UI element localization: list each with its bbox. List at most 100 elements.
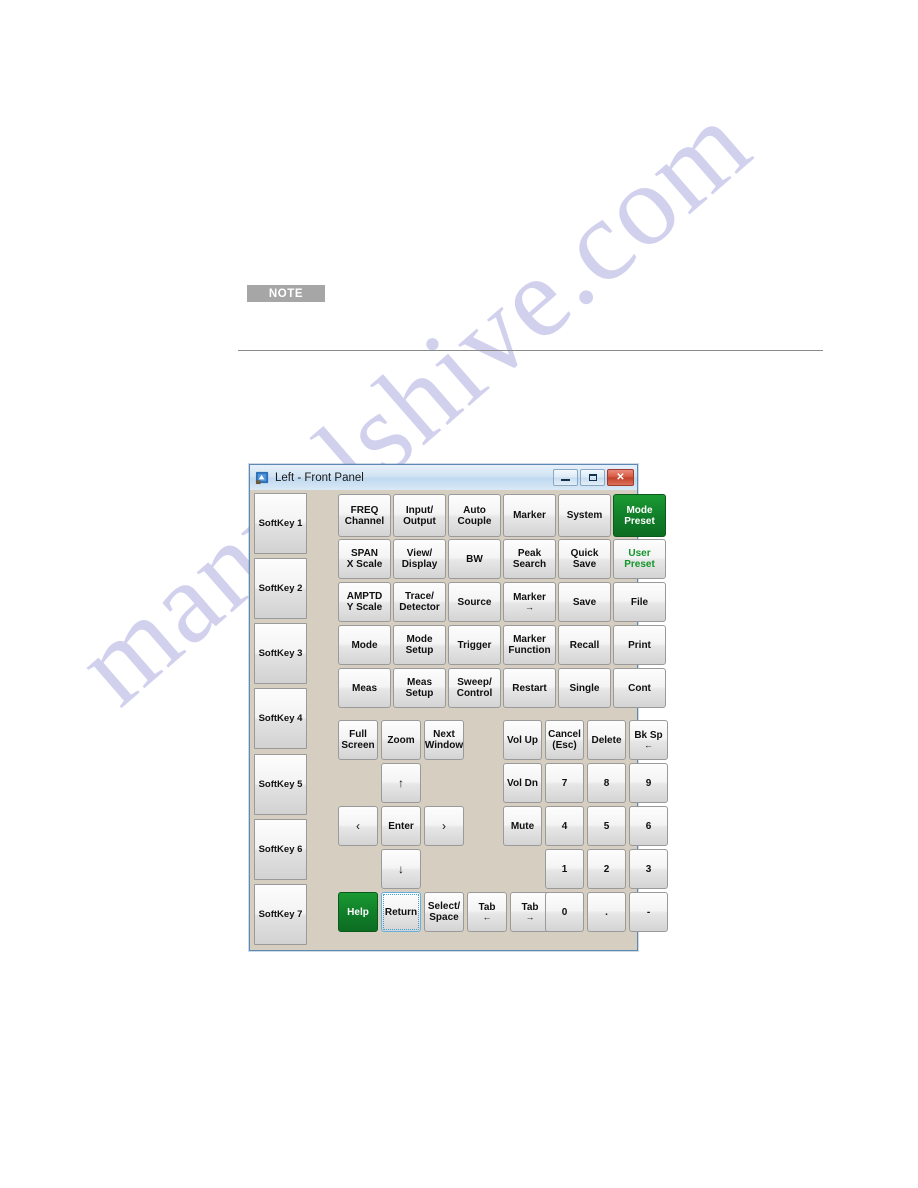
softkey-7[interactable]: SoftKey 7 xyxy=(254,883,307,945)
key-label-line1: Delete xyxy=(591,734,622,746)
key-label-line1: Select/ xyxy=(427,901,461,912)
key-label-line1: 7 xyxy=(561,777,568,789)
key-label-line1: Source xyxy=(457,596,492,608)
key-print[interactable]: Print xyxy=(613,625,666,665)
key-vol-dn[interactable]: Vol Dn xyxy=(503,763,542,803)
key-mode[interactable]: Mode xyxy=(338,625,391,665)
key-decimal-point[interactable]: . xyxy=(587,892,626,932)
key-arrow-up[interactable]: ↑ xyxy=(381,763,421,803)
key-save[interactable]: Save xyxy=(558,582,611,622)
key-next-window[interactable]: Next Window xyxy=(424,720,464,760)
key-mode-preset[interactable]: Mode Preset xyxy=(613,494,666,537)
key-num-6[interactable]: 6 xyxy=(629,806,668,846)
key-source[interactable]: Source xyxy=(448,582,501,622)
key-label-line1: Save xyxy=(572,596,597,608)
key-system[interactable]: System xyxy=(558,494,611,537)
key-recall[interactable]: Recall xyxy=(558,625,611,665)
key-num-4[interactable]: 4 xyxy=(545,806,584,846)
key-label-line1: Trace/ xyxy=(405,591,434,602)
key-file[interactable]: File xyxy=(613,582,666,622)
key-label-line1: Meas xyxy=(406,677,432,688)
key-meas[interactable]: Meas xyxy=(338,668,391,708)
key-num-0[interactable]: 0 xyxy=(545,892,584,932)
key-marker-to[interactable]: Marker → xyxy=(503,582,556,622)
key-label-line1: 3 xyxy=(645,863,652,875)
key-label-line1: Help xyxy=(347,906,369,918)
key-label-line1: Cont xyxy=(628,682,651,694)
key-num-2[interactable]: 2 xyxy=(587,849,626,889)
key-view-display[interactable]: View/Display xyxy=(393,539,446,579)
key-return[interactable]: Return xyxy=(381,892,421,932)
key-label-line1: 9 xyxy=(645,777,652,789)
key-label-line1: Print xyxy=(628,639,651,651)
key-mode-setup[interactable]: Mode Setup xyxy=(393,625,446,665)
key-sweep-control[interactable]: Sweep/Control xyxy=(448,668,501,708)
key-input-output[interactable]: Input/Output xyxy=(393,494,446,537)
key-label-line1: Sweep/ xyxy=(457,677,492,688)
key-num-3[interactable]: 3 xyxy=(629,849,668,889)
key-arrow-down[interactable]: ↓ xyxy=(381,849,421,889)
key-label-line1: Meas xyxy=(351,682,377,694)
key-label-line1: Vol Dn xyxy=(507,777,538,789)
key-vol-up[interactable]: Vol Up xyxy=(503,720,542,760)
key-label-line2: → xyxy=(525,912,535,922)
key-label-line2: Function xyxy=(508,645,551,656)
key-freq-channel[interactable]: FREQ Channel xyxy=(338,494,391,537)
softkey-label: SoftKey 3 xyxy=(258,648,303,660)
key-delete[interactable]: Delete xyxy=(587,720,626,760)
softkey-2[interactable]: SoftKey 2 xyxy=(254,558,307,620)
key-span-x-scale[interactable]: SPAN X Scale xyxy=(338,539,391,579)
key-meas-setup[interactable]: Meas Setup xyxy=(393,668,446,708)
key-label-line2: Setup xyxy=(405,688,434,699)
minimize-button[interactable] xyxy=(553,469,578,486)
softkey-1[interactable]: SoftKey 1 xyxy=(254,493,307,554)
key-single[interactable]: Single xyxy=(558,668,611,708)
key-help[interactable]: Help xyxy=(338,892,378,932)
softkey-6[interactable]: SoftKey 6 xyxy=(254,818,307,880)
key-tab-left[interactable]: Tab ← xyxy=(467,892,507,932)
key-user-preset[interactable]: User Preset xyxy=(613,539,666,579)
key-num-7[interactable]: 7 xyxy=(545,763,584,803)
key-label-line2: Space xyxy=(429,912,459,923)
key-amptd-y-scale[interactable]: AMPTD Y Scale xyxy=(338,582,391,622)
key-quick-save[interactable]: Quick Save xyxy=(558,539,611,579)
softkey-label: SoftKey 4 xyxy=(258,713,303,725)
softkey-label: SoftKey 1 xyxy=(258,518,303,529)
key-select-space[interactable]: Select/Space xyxy=(424,892,464,932)
key-full-screen[interactable]: Full Screen xyxy=(338,720,378,760)
key-auto-couple[interactable]: Auto Couple xyxy=(448,494,501,537)
maximize-button[interactable] xyxy=(580,469,605,486)
key-trace-detector[interactable]: Trace/Detector xyxy=(393,582,446,622)
key-num-9[interactable]: 9 xyxy=(629,763,668,803)
key-marker[interactable]: Marker xyxy=(503,494,556,537)
key-label-line2: ← xyxy=(644,740,653,750)
key-mute[interactable]: Mute xyxy=(503,806,542,846)
window-titlebar[interactable]: Left - Front Panel ✕ xyxy=(250,465,637,490)
key-num-5[interactable]: 5 xyxy=(587,806,626,846)
key-label-line2: Setup xyxy=(405,645,434,656)
key-cont[interactable]: Cont xyxy=(613,668,666,708)
key-restart[interactable]: Restart xyxy=(503,668,556,708)
softkey-5[interactable]: SoftKey 5 xyxy=(254,753,307,815)
key-minus-sign[interactable]: - xyxy=(629,892,668,932)
key-tab-right[interactable]: Tab → xyxy=(510,892,550,932)
key-arrow-left[interactable]: ‹ xyxy=(338,806,378,846)
key-zoom[interactable]: Zoom xyxy=(381,720,421,760)
softkey-4[interactable]: SoftKey 4 xyxy=(254,688,307,750)
key-label-line1: Vol Up xyxy=(507,734,538,746)
softkey-3[interactable]: SoftKey 3 xyxy=(254,623,307,685)
key-bw[interactable]: BW xyxy=(448,539,501,579)
key-label-line2: Control xyxy=(456,688,493,699)
close-button[interactable]: ✕ xyxy=(607,469,634,486)
key-label-line2: Detector xyxy=(399,602,440,613)
key-num-8[interactable]: 8 xyxy=(587,763,626,803)
key-peak-search[interactable]: Peak Search xyxy=(503,539,556,579)
key-cancel-esc[interactable]: Cancel (Esc) xyxy=(545,720,584,760)
key-label-line1: Cancel xyxy=(548,729,581,740)
key-marker-function[interactable]: Marker Function xyxy=(503,625,556,665)
key-trigger[interactable]: Trigger xyxy=(448,625,501,665)
key-num-1[interactable]: 1 xyxy=(545,849,584,889)
key-enter[interactable]: Enter xyxy=(381,806,421,846)
key-bk-sp[interactable]: Bk Sp ← xyxy=(629,720,668,760)
key-arrow-right[interactable]: › xyxy=(424,806,464,846)
